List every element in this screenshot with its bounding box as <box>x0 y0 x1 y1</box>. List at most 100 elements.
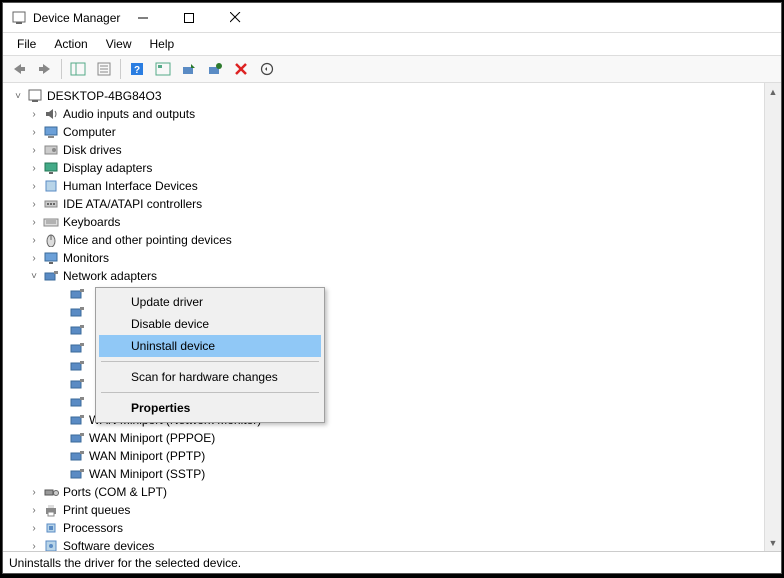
toolbar: ? <box>3 55 781 83</box>
menu-action[interactable]: Action <box>46 35 95 53</box>
tree-category[interactable]: ›Human Interface Devices <box>3 177 781 195</box>
category-label: Mice and other pointing devices <box>63 233 232 247</box>
device-label: WAN Miniport (PPPOE) <box>89 431 215 445</box>
chevron-down-icon[interactable]: ˅ <box>27 271 41 282</box>
tree-category[interactable]: › Processors <box>3 519 781 537</box>
tree-category[interactable]: › Computer <box>3 123 781 141</box>
properties-button[interactable] <box>92 57 116 81</box>
scan-hardware-button[interactable] <box>203 57 227 81</box>
tree-category[interactable]: › Disk drives <box>3 141 781 159</box>
back-button[interactable] <box>7 57 31 81</box>
chevron-right-icon[interactable]: › <box>27 127 41 138</box>
forward-button[interactable] <box>33 57 57 81</box>
close-button[interactable] <box>212 3 258 33</box>
tree-device[interactable]: WAN Miniport (PPPOE) <box>3 429 781 447</box>
show-hide-tree-button[interactable] <box>66 57 90 81</box>
network-icon <box>43 268 59 284</box>
window-controls <box>120 3 258 33</box>
device-tree[interactable]: ˅DESKTOP-4BG84O3›Audio inputs and output… <box>3 83 781 551</box>
context-menu-item[interactable]: Properties <box>99 397 321 419</box>
ports-icon <box>43 484 59 500</box>
tree-category[interactable]: › Ports (COM & LPT) <box>3 483 781 501</box>
chevron-right-icon[interactable]: › <box>27 235 41 246</box>
tree-category[interactable]: › Mice and other pointing devices <box>3 231 781 249</box>
context-menu: Update driver Disable device Uninstall dev… <box>95 287 325 423</box>
context-menu-label: Disable device <box>131 317 209 331</box>
network-icon <box>69 376 85 392</box>
context-menu-item[interactable]: Update driver <box>99 291 321 313</box>
software-icon <box>43 538 59 551</box>
scroll-up-arrow[interactable]: ▲ <box>765 83 781 100</box>
chevron-right-icon[interactable]: › <box>27 199 41 210</box>
category-label: Disk drives <box>63 143 122 157</box>
category-label: Ports (COM & LPT) <box>63 485 167 499</box>
tree-device[interactable]: WAN Miniport (PPTP) <box>3 447 781 465</box>
menu-file[interactable]: File <box>9 35 44 53</box>
category-label: Processors <box>63 521 123 535</box>
chevron-right-icon[interactable]: › <box>27 253 41 264</box>
statusbar: Uninstalls the driver for the selected d… <box>3 551 781 573</box>
chevron-right-icon[interactable]: › <box>27 487 41 498</box>
tree-category[interactable]: ›Audio inputs and outputs <box>3 105 781 123</box>
maximize-button[interactable] <box>166 3 212 33</box>
monitor-icon <box>43 250 59 266</box>
toolbar-icon[interactable] <box>151 57 175 81</box>
network-icon <box>69 466 85 482</box>
computer-icon <box>43 124 59 140</box>
disk-icon <box>43 142 59 158</box>
chevron-right-icon[interactable]: › <box>27 217 41 228</box>
category-label: Display adapters <box>63 161 152 175</box>
category-label: Software devices <box>63 539 154 551</box>
tree-category[interactable]: ›IDE ATA/ATAPI controllers <box>3 195 781 213</box>
tree-category[interactable]: › Display adapters <box>3 159 781 177</box>
context-menu-label: Update driver <box>131 295 203 309</box>
context-menu-item[interactable]: Disable device <box>99 313 321 335</box>
help-button[interactable]: ? <box>125 57 149 81</box>
network-icon <box>69 340 85 356</box>
context-menu-label: Uninstall device <box>131 339 215 353</box>
vertical-scrollbar[interactable]: ▲ ▼ <box>764 83 781 551</box>
chevron-right-icon[interactable]: › <box>27 145 41 156</box>
tree-category[interactable]: ›Monitors <box>3 249 781 267</box>
context-menu-separator <box>101 361 319 362</box>
tree-root[interactable]: ˅DESKTOP-4BG84O3 <box>3 87 781 105</box>
keyboard-icon <box>43 214 59 230</box>
chevron-right-icon[interactable]: › <box>27 181 41 192</box>
category-label: Print queues <box>63 503 130 517</box>
tree-category[interactable]: ˅ Network adapters <box>3 267 781 285</box>
network-icon <box>69 430 85 446</box>
category-label: Computer <box>63 125 116 139</box>
computer-icon <box>27 88 43 104</box>
update-driver-button[interactable] <box>177 57 201 81</box>
tree-category[interactable]: ›Keyboards <box>3 213 781 231</box>
print-icon <box>43 502 59 518</box>
tree-category[interactable]: › Software devices <box>3 537 781 551</box>
toolbar-separator <box>61 59 62 79</box>
menu-help[interactable]: Help <box>142 35 183 53</box>
app-icon <box>11 10 27 26</box>
category-label: Network adapters <box>63 269 157 283</box>
context-menu-item[interactable]: Scan for hardware changes <box>99 366 321 388</box>
mouse-icon <box>43 232 59 248</box>
chevron-right-icon[interactable]: › <box>27 523 41 534</box>
minimize-button[interactable] <box>120 3 166 33</box>
network-icon <box>69 394 85 410</box>
window-title: Device Manager <box>33 11 120 25</box>
menubar: File Action View Help <box>3 33 781 55</box>
chevron-down-icon[interactable]: ˅ <box>11 91 25 102</box>
chevron-right-icon[interactable]: › <box>27 109 41 120</box>
tree-device[interactable]: WAN Miniport (SSTP) <box>3 465 781 483</box>
context-menu-separator <box>101 392 319 393</box>
menu-view[interactable]: View <box>98 35 140 53</box>
uninstall-button[interactable] <box>229 57 253 81</box>
audio-icon <box>43 106 59 122</box>
network-icon <box>69 322 85 338</box>
context-menu-item[interactable]: Uninstall device <box>99 335 321 357</box>
disable-button[interactable] <box>255 57 279 81</box>
chevron-right-icon[interactable]: › <box>27 505 41 516</box>
device-label: WAN Miniport (SSTP) <box>89 467 205 481</box>
tree-category[interactable]: › Print queues <box>3 501 781 519</box>
chevron-right-icon[interactable]: › <box>27 541 41 552</box>
chevron-right-icon[interactable]: › <box>27 163 41 174</box>
scroll-down-arrow[interactable]: ▼ <box>765 534 781 551</box>
